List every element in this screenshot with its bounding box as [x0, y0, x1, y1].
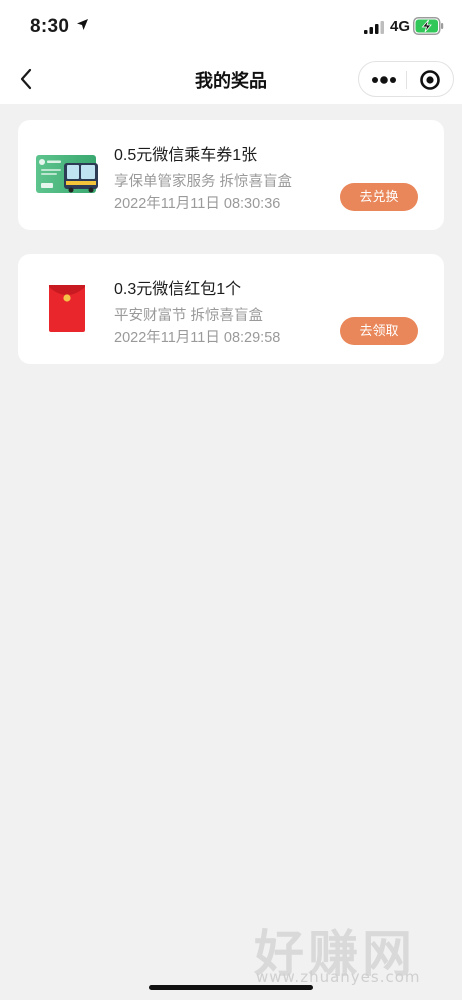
red-envelope-icon [49, 285, 85, 332]
prize-card: 0.5元微信乘车券1张 享保单管家服务 拆惊喜盲盒 2022年11月11日 08… [18, 120, 444, 230]
claim-button[interactable]: 去领取 [340, 317, 418, 345]
battery-charging-icon [413, 17, 444, 35]
more-dots-icon [372, 76, 396, 84]
signal-icon [364, 21, 384, 34]
close-mini-program-button[interactable] [417, 69, 443, 91]
location-arrow-icon [77, 19, 88, 30]
target-close-icon [420, 70, 440, 90]
screen: 8:30 4G 我的奖品 0.5元微信乘车券1张 享保单管家服务 拆惊喜盲盒 2… [0, 0, 462, 1000]
status-time: 8:30 [30, 16, 70, 37]
status-bar: 8:30 4G [0, 0, 462, 54]
prize-source: 平安财富节 拆惊喜盲盒 [114, 308, 264, 324]
bus-ticket-icon [36, 155, 98, 193]
prize-source: 享保单管家服务 拆惊喜盲盒 [114, 174, 293, 190]
prize-card: 0.3元微信红包1个 平安财富节 拆惊喜盲盒 2022年11月11日 08:29… [18, 254, 444, 364]
mini-program-capsule [358, 61, 454, 97]
prize-name: 0.5元微信乘车券1张 [114, 147, 258, 164]
home-indicator [149, 985, 313, 990]
prize-time: 2022年11月11日 08:30:36 [114, 196, 281, 212]
capsule-divider [406, 71, 407, 89]
watermark: 好赚网 www.zhuanyes.com [250, 914, 450, 990]
network-label: 4G [390, 18, 411, 35]
more-button[interactable] [367, 69, 401, 91]
prize-name: 0.3元微信红包1个 [114, 281, 242, 298]
prize-time: 2022年11月11日 08:29:58 [114, 330, 281, 346]
nav-bar: 我的奖品 [0, 54, 462, 104]
redeem-button[interactable]: 去兑换 [340, 183, 418, 211]
watermark-url: www.zhuanyes.com [256, 968, 421, 986]
